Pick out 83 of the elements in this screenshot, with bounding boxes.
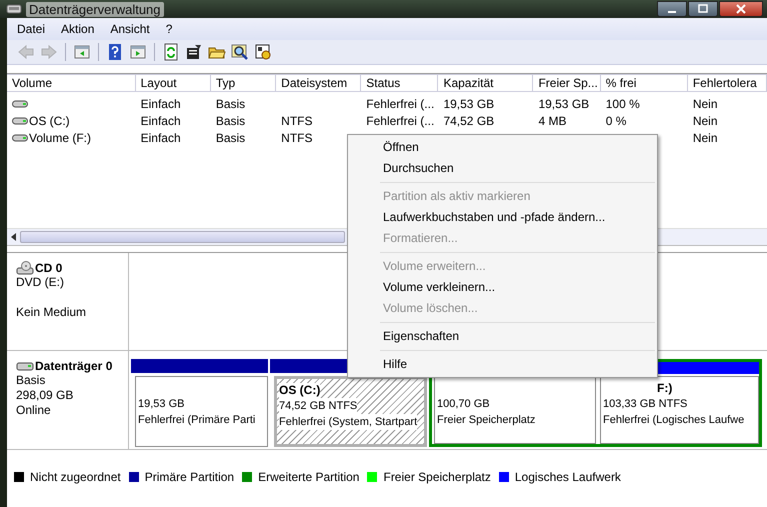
partition-info: 103,33 GB NTFS xyxy=(603,397,688,412)
disk-type: DVD (E:) xyxy=(16,275,65,290)
close-icon xyxy=(736,4,746,14)
partition-info: Fehlerfrei (System, Startpart xyxy=(279,414,418,430)
column-header[interactable]: % frei xyxy=(600,74,688,92)
scroll-left-arrow[interactable] xyxy=(11,233,17,241)
context-menu-item[interactable]: Laufwerkbuchstaben und -pfade ändern... xyxy=(350,207,655,228)
partition-block[interactable]: 19,53 GB Fehlerfrei (Primäre Parti xyxy=(135,376,268,447)
table-cell: Basis xyxy=(216,130,246,144)
table-cell: Einfach xyxy=(140,96,181,110)
minimize-icon xyxy=(668,11,676,13)
table-cell: Basis xyxy=(216,96,246,110)
table-cell: Fehlerfrei (... xyxy=(366,114,434,128)
column-header[interactable]: Typ xyxy=(210,74,276,92)
legend-label: Nicht zugeordnet xyxy=(30,470,121,484)
table-cell: Volume (F:) xyxy=(29,130,92,144)
context-menu-item[interactable]: Hilfe xyxy=(350,354,655,375)
panel-icon[interactable] xyxy=(73,43,91,61)
disk-type: Basis xyxy=(16,373,46,388)
partition-label: OS (C:) xyxy=(279,383,320,398)
column-header[interactable]: Kapazität xyxy=(438,74,534,92)
legend-label: Primäre Partition xyxy=(144,470,234,484)
partition-info: Fehlerfrei (Logisches Laufwe xyxy=(603,413,744,428)
table-cell: Fehlerfrei (... xyxy=(366,96,434,110)
partition-info: 100,70 GB xyxy=(437,397,490,412)
menu-item[interactable]: Datei xyxy=(17,22,46,36)
table-cell: Einfach xyxy=(140,130,181,144)
maximize-button[interactable] xyxy=(688,1,718,17)
column-header[interactable]: Volume xyxy=(7,74,136,92)
table-cell: 100 % xyxy=(606,96,640,110)
table-cell: 74,52 GB xyxy=(443,114,494,128)
context-menu-item[interactable]: Durchsuchen xyxy=(350,158,655,179)
partition-info: 74,52 GB NTFS xyxy=(279,398,358,414)
legend-label: Logisches Laufwerk xyxy=(514,470,621,484)
table-cell: NTFS xyxy=(281,130,312,144)
table-cell: Einfach xyxy=(140,114,181,128)
partition-info: 19,53 GB xyxy=(138,397,184,412)
table-cell: Nein xyxy=(692,96,718,110)
table-cell: 4 MB xyxy=(538,114,566,128)
column-header[interactable]: Dateisystem xyxy=(276,74,362,92)
context-menu-item[interactable]: Volume verkleinern... xyxy=(350,277,655,298)
partition-block[interactable]: OS (C:) 74,52 GB NTFS Fehlerfrei (System, Startpart xyxy=(274,376,427,447)
context-menu-item[interactable]: Eigenschaften xyxy=(350,326,655,347)
disk-size: 298,09 GB xyxy=(16,388,74,403)
table-cell: 19,53 GB xyxy=(538,96,590,110)
table-cell: Nein xyxy=(692,114,718,128)
partition-label: F:) xyxy=(657,381,672,396)
table-cell: OS (C:) xyxy=(29,114,70,128)
disk-management-icon xyxy=(6,2,22,16)
column-header[interactable]: Status xyxy=(361,74,438,92)
drive-icon xyxy=(12,116,28,126)
legend-label: Erweiterte Partition xyxy=(258,470,360,484)
disk-status: Online xyxy=(16,403,52,418)
column-header[interactable]: Layout xyxy=(136,74,211,92)
drive-icon xyxy=(12,98,28,108)
table-cell: 0 % xyxy=(606,114,626,128)
menu-item[interactable]: Aktion xyxy=(61,22,94,36)
window-title: Datenträgerverwaltung xyxy=(26,2,164,16)
partition-info: Fehlerfrei (Primäre Parti xyxy=(138,413,256,428)
disk-name: Datenträger 0 xyxy=(35,359,112,373)
table-cell: Nein xyxy=(692,130,718,144)
column-header[interactable]: Fehlertolera xyxy=(688,74,767,92)
menu-item[interactable]: ? xyxy=(166,22,172,36)
disk-status: Kein Medium xyxy=(16,305,88,320)
menu-item[interactable]: Ansicht xyxy=(110,22,150,36)
close-button[interactable] xyxy=(719,1,763,17)
maximize-icon xyxy=(698,4,708,14)
table-cell: NTFS xyxy=(281,114,312,128)
scrollbar-thumb[interactable] xyxy=(20,231,345,243)
panel-icon[interactable] xyxy=(129,43,147,61)
table-cell: Basis xyxy=(216,114,246,128)
help-icon[interactable] xyxy=(106,43,124,61)
minimize-button[interactable] xyxy=(657,1,687,17)
disk-name: CD 0 xyxy=(35,261,62,275)
magnifier-icon[interactable] xyxy=(231,43,249,61)
refresh-icon[interactable] xyxy=(162,43,180,61)
column-header[interactable]: Freier Sp... xyxy=(533,74,601,92)
partition-info: Freier Speicherplatz xyxy=(437,413,536,428)
drive-icon xyxy=(12,132,28,142)
cd-drive-icon xyxy=(16,261,34,275)
context-menu-item[interactable]: Öffnen xyxy=(350,137,655,158)
table-cell: 19,53 GB xyxy=(443,96,494,110)
legend-label: Freier Speicherplatz xyxy=(383,470,491,484)
